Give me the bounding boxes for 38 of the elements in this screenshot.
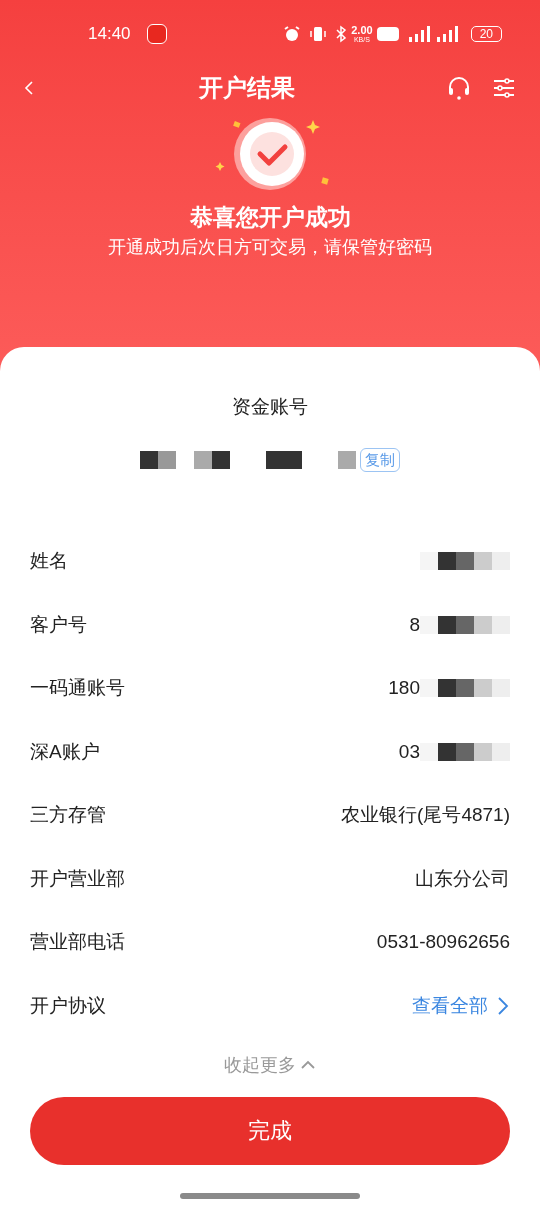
bluetooth-icon [335, 25, 348, 43]
field-value: 山东分公司 [415, 866, 510, 891]
settings-icon[interactable] [492, 76, 516, 100]
field-label: 营业部电话 [30, 930, 125, 954]
done-button[interactable]: 完成 [30, 1096, 510, 1165]
battery-level: 20 [470, 26, 502, 42]
field-label: 客户号 [30, 612, 87, 637]
network-speed: 2.00 [351, 25, 373, 36]
app-icon [146, 24, 167, 44]
field-label: 姓名 [30, 549, 68, 573]
page-title: 开户结果 [199, 73, 295, 103]
copy-button[interactable]: 复制 [360, 447, 400, 472]
hd-icon [376, 27, 399, 41]
chevron-right-icon [496, 995, 510, 1016]
headset-icon[interactable] [446, 75, 472, 101]
field-value: 180 [388, 676, 420, 700]
chevron-up-icon [300, 1059, 316, 1071]
view-all-link[interactable]: 查看全部 [412, 991, 510, 1020]
field-label: 深A账户 [30, 739, 100, 764]
field-label: 开户营业部 [30, 866, 125, 891]
field-label: 一码通账号 [30, 676, 125, 700]
alarm-icon [283, 25, 302, 43]
account-label: 资金账号 [232, 395, 308, 419]
field-label: 开户协议 [30, 993, 106, 1018]
signal-icon [406, 26, 431, 42]
collapse-more-button[interactable]: 收起更多 [224, 1051, 316, 1079]
back-chevron-icon [24, 80, 34, 96]
field-label: 三方存管 [30, 803, 106, 827]
field-value: 农业银行(尾号4871) [341, 803, 510, 827]
success-subtitle: 开通成功后次日方可交易，请保管好密码 [108, 236, 432, 259]
vibrate-icon [309, 25, 328, 43]
signal-icon [434, 26, 459, 42]
field-value: 8 [409, 612, 420, 637]
status-time: 14:40 [88, 23, 131, 46]
field-value: 0531-80962656 [376, 930, 510, 954]
home-indicator[interactable] [180, 1192, 360, 1199]
field-value: 03 [398, 739, 420, 764]
success-title: 恭喜您开户成功 [189, 203, 351, 232]
